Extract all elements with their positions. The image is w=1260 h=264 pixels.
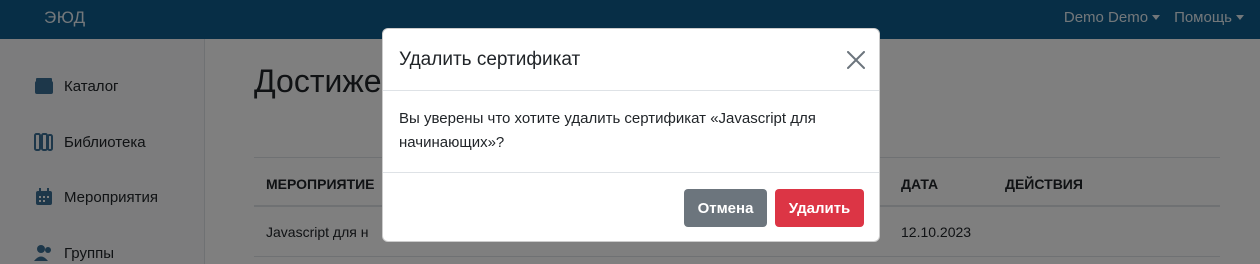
delete-button[interactable]: Удалить	[775, 189, 864, 227]
dialog-footer: Отмена Удалить	[383, 172, 879, 241]
close-icon[interactable]	[847, 51, 865, 69]
cancel-button[interactable]: Отмена	[684, 189, 767, 227]
dialog-header: Удалить сертификат	[383, 29, 879, 91]
dialog-message: Вы уверены что хотите удалить сертификат…	[399, 110, 816, 151]
dialog-title: Удалить сертификат	[399, 49, 581, 70]
delete-certificate-dialog: Удалить сертификат Вы уверены что хотите…	[382, 28, 880, 242]
